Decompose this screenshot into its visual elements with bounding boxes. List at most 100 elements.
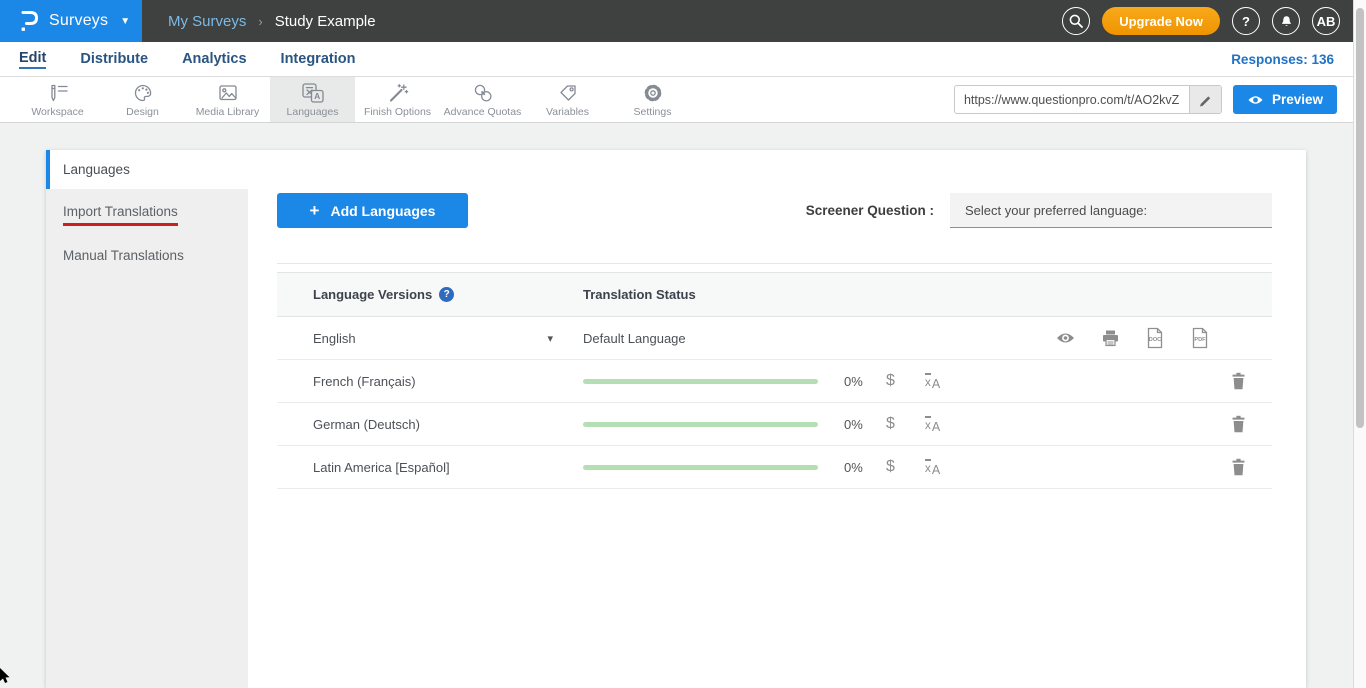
toolbar-item-finish-options[interactable]: Finish Options	[355, 77, 440, 122]
mouse-cursor	[0, 668, 10, 688]
delete-language-icon[interactable]	[1231, 372, 1246, 390]
help-button[interactable]: ?	[1232, 7, 1260, 35]
column-header-translation-status: Translation Status	[583, 287, 696, 302]
delete-language-icon[interactable]	[1231, 415, 1246, 433]
toolbar-item-languages[interactable]: A Languages	[270, 77, 355, 122]
print-icon[interactable]	[1101, 329, 1120, 347]
questionpro-logo-icon	[17, 7, 40, 35]
page-scrollbar[interactable]	[1353, 0, 1366, 688]
translate-icon: A	[301, 82, 325, 104]
responses-count[interactable]: Responses: 136	[1231, 52, 1334, 67]
view-icon[interactable]	[1055, 331, 1076, 345]
language-status-cell: 0% $ xA	[583, 415, 1272, 433]
preview-button[interactable]: Preview	[1233, 85, 1337, 114]
translation-progress-bar	[583, 465, 818, 470]
sidebar-item-manual-translations[interactable]: Manual Translations	[46, 237, 248, 274]
default-language-dropdown[interactable]: English ▾	[277, 331, 583, 346]
sidebar-item-languages[interactable]: Languages	[46, 150, 248, 189]
paid-translation-icon[interactable]: $	[886, 458, 895, 476]
avatar[interactable]: AB	[1312, 7, 1340, 35]
screener-question-group: Screener Question : Select your preferre…	[806, 193, 1272, 228]
paid-translation-icon[interactable]: $	[886, 372, 895, 390]
screener-question-label: Screener Question :	[806, 203, 934, 218]
tab-distribute[interactable]: Distribute	[80, 51, 148, 67]
translation-percent: 0%	[844, 460, 870, 475]
language-name: French (Français)	[277, 374, 583, 389]
gear-icon	[642, 82, 664, 104]
auto-translate-icon[interactable]: xA	[925, 459, 940, 475]
image-icon	[217, 82, 239, 104]
breadcrumb-separator-icon: ›	[258, 14, 262, 29]
toolbar-item-workspace[interactable]: Workspace	[15, 77, 100, 122]
export-doc-icon[interactable]: DOC	[1145, 327, 1165, 349]
table-header-row: Language Versions ? Translation Status	[277, 272, 1272, 317]
brand-label: Surveys	[49, 12, 108, 30]
delete-language-icon[interactable]	[1231, 458, 1246, 476]
edit-url-button[interactable]	[1189, 86, 1221, 113]
auto-translate-icon[interactable]: xA	[925, 373, 940, 389]
svg-text:PDF: PDF	[1194, 337, 1206, 343]
product-switcher[interactable]: Surveys ▼	[0, 0, 142, 42]
default-language-actions: DOC PDF	[1055, 327, 1210, 349]
toolbar-item-advance-quotas[interactable]: Advance Quotas	[440, 77, 525, 122]
table-row-language: Latin America [Español] 0% $ xA	[277, 446, 1272, 489]
default-language-status-cell: Default Language DOC	[583, 327, 1272, 349]
import-translations-label: Import Translations	[63, 204, 178, 226]
settings-sidebar: Languages Import Translations Manual Tra…	[46, 150, 248, 688]
survey-url-input[interactable]: https://www.questionpro.com/t/AO2kvZ	[955, 86, 1189, 113]
question-mark-icon: ?	[1242, 14, 1250, 29]
top-header-bar: Surveys ▼ My Surveys › Study Example Upg…	[0, 0, 1353, 42]
chain-link-icon	[472, 82, 494, 104]
eye-icon	[1247, 94, 1264, 106]
toolbar-right-group: https://www.questionpro.com/t/AO2kvZ Pre…	[954, 77, 1353, 122]
export-pdf-icon[interactable]: PDF	[1190, 327, 1210, 349]
browser-content: Surveys ▼ My Surveys › Study Example Upg…	[0, 0, 1353, 688]
section-divider	[277, 263, 1272, 264]
tag-icon	[557, 82, 579, 104]
default-language-status: Default Language	[583, 331, 686, 346]
toolbar-item-media-library[interactable]: Media Library	[185, 77, 270, 122]
tab-edit[interactable]: Edit	[19, 50, 46, 69]
tab-integration[interactable]: Integration	[281, 51, 356, 67]
paid-translation-icon[interactable]: $	[886, 415, 895, 433]
breadcrumb-current-survey: Study Example	[275, 13, 376, 30]
svg-text:DOC: DOC	[1149, 337, 1161, 343]
languages-panel: + Add Languages Screener Question : Sele…	[248, 150, 1306, 688]
upgrade-now-button[interactable]: Upgrade Now	[1102, 7, 1220, 35]
notifications-button[interactable]	[1272, 7, 1300, 35]
svg-text:A: A	[314, 91, 320, 101]
language-name: German (Deutsch)	[277, 417, 583, 432]
auto-translate-icon[interactable]: xA	[925, 416, 940, 432]
table-row-default-language: English ▾ Default Language	[277, 317, 1272, 360]
screener-question-select[interactable]: Select your preferred language:	[950, 193, 1272, 228]
table-row-language: German (Deutsch) 0% $ xA	[277, 403, 1272, 446]
edit-toolbar: Workspace Design Media Library A Languag…	[0, 77, 1353, 123]
survey-url-box: https://www.questionpro.com/t/AO2kvZ	[954, 85, 1222, 114]
scrollbar-thumb[interactable]	[1356, 8, 1364, 428]
toolbar-item-settings[interactable]: Settings	[610, 77, 695, 122]
breadcrumb: My Surveys › Study Example	[142, 0, 376, 42]
add-languages-button[interactable]: + Add Languages	[277, 193, 468, 228]
survey-nav: Edit Distribute Analytics Integration Re…	[0, 42, 1353, 77]
toolbar-item-design[interactable]: Design	[100, 77, 185, 122]
languages-card: Languages Import Translations Manual Tra…	[46, 150, 1306, 688]
translation-percent: 0%	[844, 374, 870, 389]
sidebar-item-import-translations[interactable]: Import Translations	[46, 193, 248, 237]
chevron-down-icon: ▾	[547, 332, 553, 345]
page-content: Languages Import Translations Manual Tra…	[0, 124, 1353, 688]
header-actions: Upgrade Now ? AB	[1062, 0, 1353, 42]
plus-icon: +	[310, 201, 320, 221]
chevron-down-icon: ▼	[120, 16, 130, 27]
pencil-icon	[1198, 92, 1213, 107]
column-header-language-versions: Language Versions ?	[277, 287, 583, 302]
bell-icon	[1278, 13, 1295, 30]
translation-progress-bar	[583, 379, 818, 384]
language-name: Latin America [Español]	[277, 460, 583, 475]
tab-analytics[interactable]: Analytics	[182, 51, 246, 67]
search-button[interactable]	[1062, 7, 1090, 35]
toolbar-item-variables[interactable]: Variables	[525, 77, 610, 122]
panel-top-row: + Add Languages Screener Question : Sele…	[277, 193, 1272, 228]
breadcrumb-my-surveys[interactable]: My Surveys	[168, 13, 246, 30]
help-badge-icon[interactable]: ?	[439, 287, 454, 302]
languages-table: Language Versions ? Translation Status E…	[277, 272, 1272, 489]
